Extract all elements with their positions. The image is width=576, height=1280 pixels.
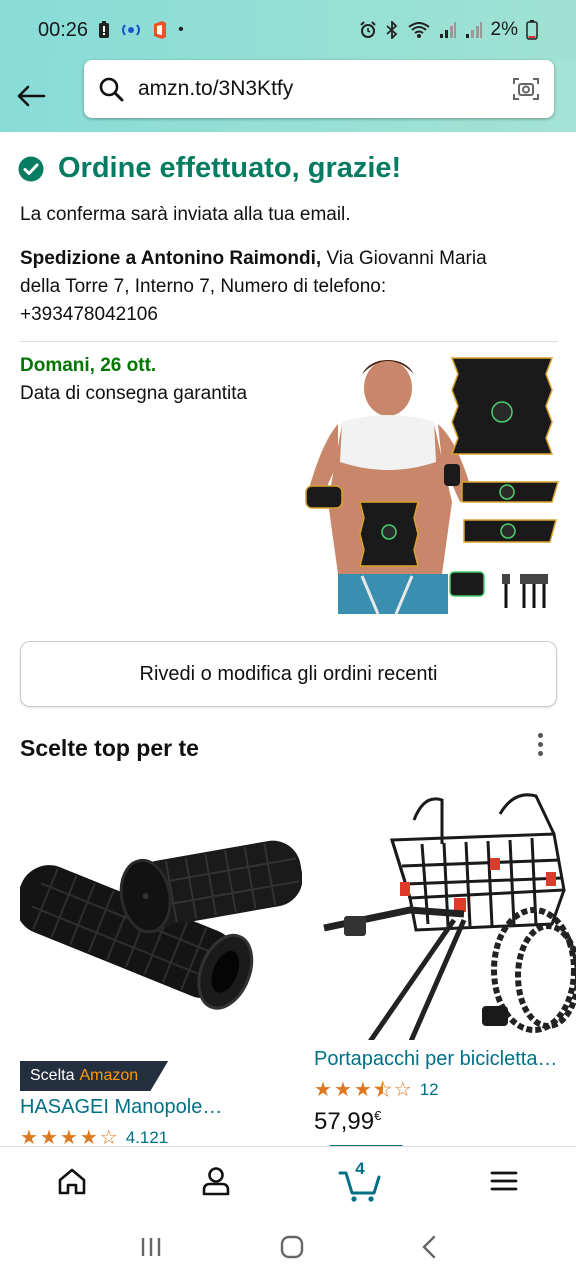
star-full-icon: ★ [333, 1079, 352, 1101]
dot [537, 732, 543, 738]
nav-menu[interactable] [464, 1151, 544, 1211]
star-full-icon: ★ [20, 1127, 38, 1149]
shipping-line-2: della Torre 7, Interno 7, Numero di tele… [20, 276, 387, 297]
search-icon [99, 77, 124, 102]
office-icon [154, 21, 167, 39]
nav-cart[interactable]: 4 [320, 1151, 400, 1211]
account-icon [202, 1166, 230, 1195]
url-search-bar[interactable]: amzn.to/3N3Ktfy [84, 60, 554, 118]
recommendations-title: Scelte top per te [20, 735, 199, 761]
back-button[interactable] [0, 66, 62, 126]
badge-brand: Amazon [79, 1067, 139, 1084]
star-full-icon: ★ [39, 1127, 58, 1149]
shipping-phone: +393478042106 [20, 304, 158, 325]
confirmation-title: Ordine effettuato, grazie! [58, 152, 402, 184]
bluetooth-icon [385, 21, 397, 39]
status-right: 2% [359, 19, 538, 41]
star-full-icon: ★ [79, 1127, 98, 1149]
wifi-icon [407, 22, 430, 38]
home-icon [58, 1168, 86, 1194]
product-title-grips[interactable]: HASAGEI Manopole… [20, 1096, 290, 1119]
product-card-bike-rack[interactable]: Portapacchi per bicicletta… ★ ★ ★ ★ ☆ 12… [314, 780, 576, 1135]
signal-roaming-icon [465, 22, 482, 38]
check-circle-icon [18, 156, 44, 181]
dot-icon: • [178, 21, 184, 38]
nav-account[interactable] [176, 1151, 256, 1211]
alarm-icon [359, 21, 376, 38]
price-value: 57,99 [314, 1108, 375, 1135]
status-time: 00:26 [38, 18, 89, 41]
signal-icon [439, 22, 456, 38]
rating-count[interactable]: 12 [420, 1080, 439, 1100]
order-confirmation: Ordine effettuato, grazie! [18, 152, 401, 185]
star-full-icon: ★ [353, 1079, 372, 1101]
rating-stars-grips: ★ ★ ★ ★ ☆ 4.121 [20, 1128, 168, 1148]
system-navigation [0, 1214, 576, 1280]
product-price: 57,99€ [314, 1108, 381, 1136]
arrow-left-icon [17, 85, 46, 107]
product-image-bike-rack[interactable] [314, 780, 576, 1082]
nav-home[interactable] [32, 1151, 112, 1211]
badge-prefix: Scelta [30, 1067, 75, 1084]
star-empty-icon: ☆ [99, 1127, 118, 1149]
battery-alert-icon [99, 21, 110, 38]
delivery-guarantee: Data di consegna garantita [20, 383, 248, 404]
cart-count: 4 [355, 1158, 365, 1178]
battery-percent: 2% [490, 19, 518, 40]
bottom-navigation: 4 [0, 1146, 576, 1214]
shipping-recipient: Spedizione a Antonino Raimondi, [20, 248, 322, 269]
shipping-line-1: Spedizione a Antonino Raimondi, Via Giov… [20, 245, 487, 273]
star-empty-icon: ☆ [393, 1079, 412, 1101]
product-image-ems-trainer[interactable] [302, 352, 560, 614]
recent-apps-icon[interactable] [139, 1236, 163, 1258]
app-header: amzn.to/3N3Ktfy [0, 60, 576, 132]
dot [537, 750, 543, 756]
dot [537, 741, 543, 747]
shipping-address-start: Via Giovanni Maria [321, 248, 487, 269]
menu-icon [490, 1171, 518, 1190]
amazon-choice-badge: Scelta Amazon [20, 1061, 169, 1091]
star-full-icon: ★ [314, 1079, 332, 1101]
home-button-icon[interactable] [280, 1235, 304, 1259]
camera-scan-icon[interactable] [512, 76, 540, 102]
star-half-icon: ★ [373, 1079, 393, 1101]
delivery-date: Domani, 26 ott. [20, 355, 157, 376]
hotspot-icon [122, 24, 141, 36]
system-back-icon[interactable] [421, 1235, 437, 1259]
url-text[interactable]: amzn.to/3N3Ktfy [138, 77, 512, 101]
price-currency: € [374, 1108, 382, 1123]
product-card-grips[interactable]: Scelta Amazon HASAGEI Manopole… ★ ★ ★ ★ ☆… [15, 780, 303, 1148]
email-note: La conferma sarà inviata alla tua email. [20, 204, 351, 225]
review-orders-button[interactable]: Rivedi o modifica gli ordini recenti [20, 641, 557, 707]
status-bar: 00:26 • 2% [0, 0, 576, 60]
product-title-bike-rack[interactable]: Portapacchi per bicicletta… [314, 1048, 576, 1071]
rating-stars-bike-rack: ★ ★ ★ ★ ☆ 12 [314, 1079, 439, 1101]
rating-count[interactable]: 4.121 [126, 1128, 169, 1148]
more-options-button[interactable] [528, 726, 552, 762]
status-left: 00:26 • [38, 19, 184, 42]
battery-icon [526, 20, 538, 40]
product-image-grips[interactable] [15, 780, 303, 1040]
star-full-icon: ★ [59, 1127, 78, 1149]
divider [20, 341, 558, 342]
